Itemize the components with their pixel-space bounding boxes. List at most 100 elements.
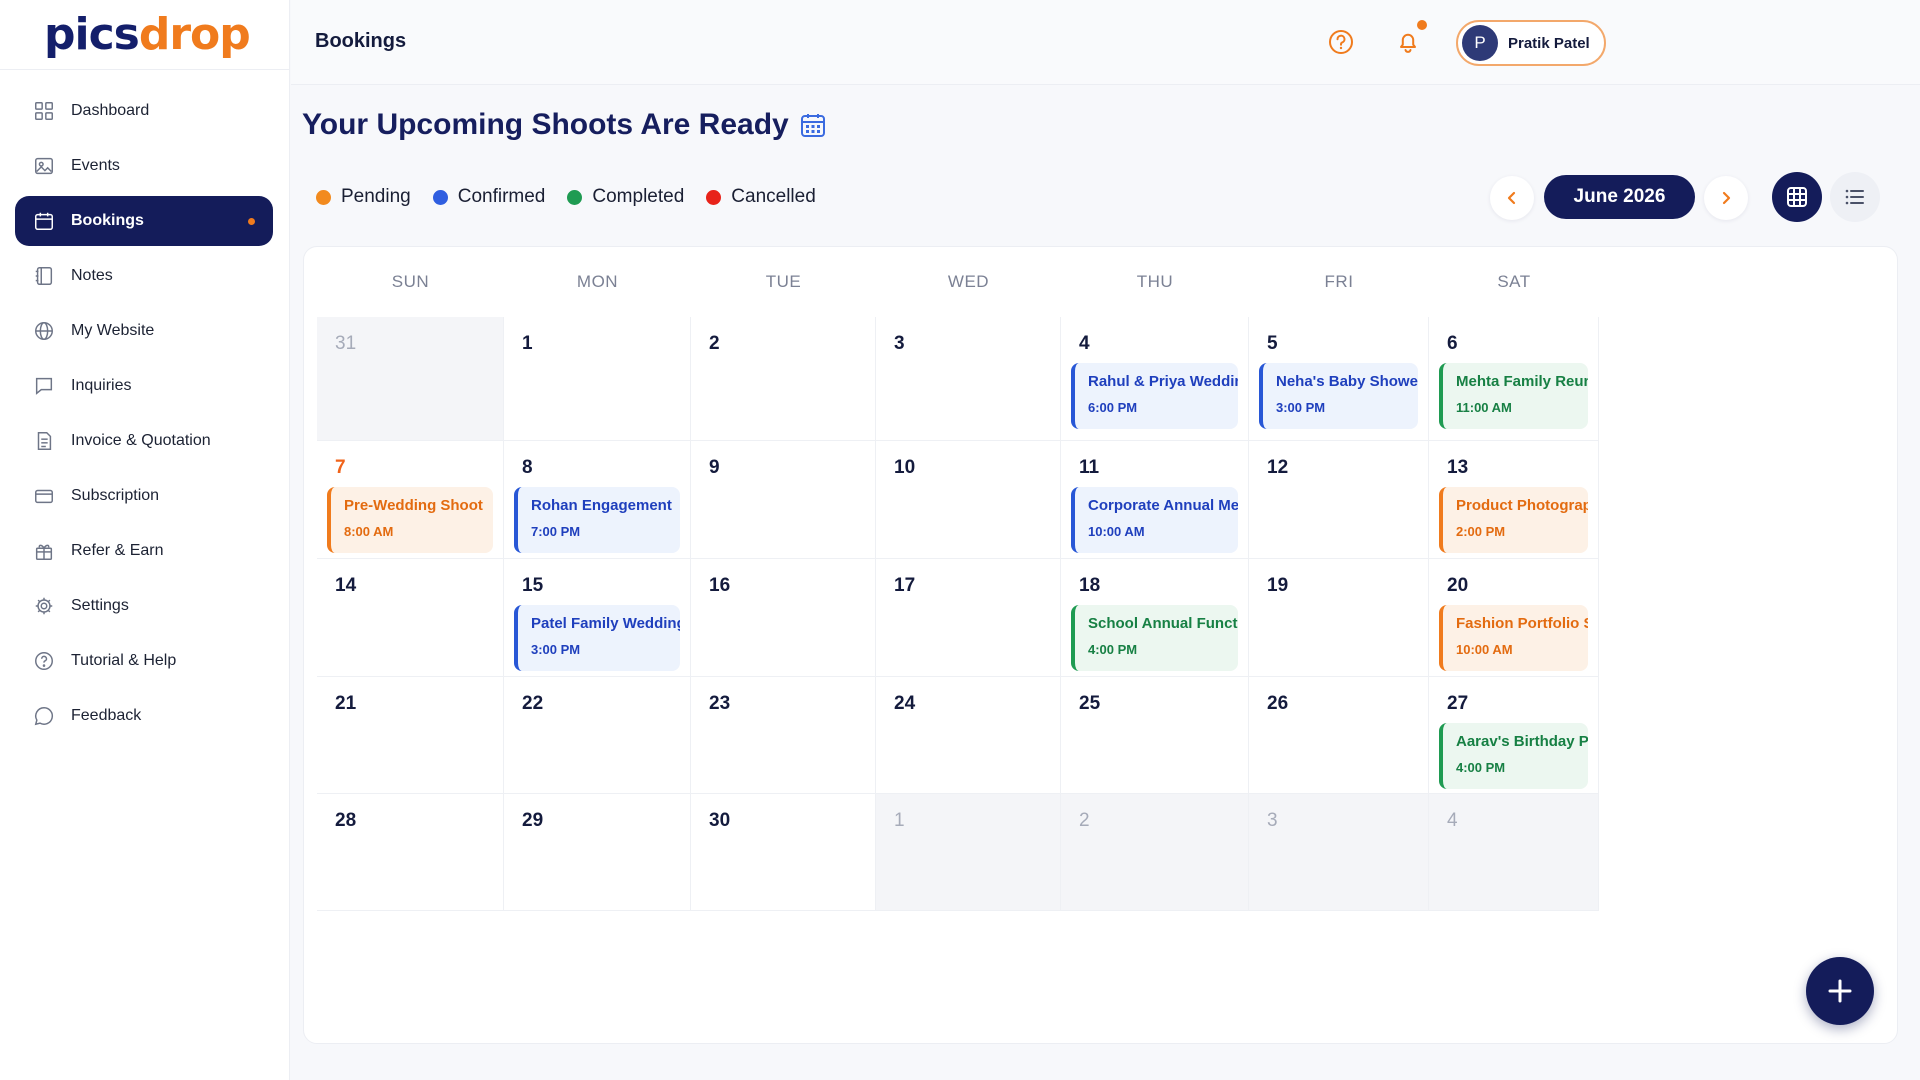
user-name: Pratik Patel bbox=[1508, 34, 1590, 52]
plus-icon bbox=[1828, 979, 1852, 1003]
booking-event[interactable]: Fashion Portfolio Shoot 10:00 AM bbox=[1439, 605, 1588, 671]
calendar-day-cell[interactable]: 30 bbox=[691, 794, 876, 911]
booking-event[interactable]: Patel Family Wedding 3:00 PM bbox=[514, 605, 680, 671]
weekday-thu: THU bbox=[1136, 272, 1174, 291]
calendar-day-cell[interactable]: 24 bbox=[876, 677, 1061, 794]
calendar-day-cell[interactable]: 31 bbox=[317, 317, 504, 441]
calendar-day-cell[interactable]: 28 bbox=[317, 794, 504, 911]
sidebar-item-refer-earn[interactable]: Refer & Earn bbox=[15, 526, 273, 576]
calendar-day-cell[interactable]: 22 bbox=[504, 677, 691, 794]
calendar-day-cell[interactable]: 3 bbox=[1249, 794, 1429, 911]
event-time: 2:00 PM bbox=[1456, 524, 1506, 539]
event-time: 8:00 AM bbox=[344, 524, 394, 539]
sidebar-item-inquiries[interactable]: Inquiries bbox=[15, 361, 273, 411]
help-icon[interactable] bbox=[1327, 28, 1355, 56]
booking-event[interactable]: School Annual Function 4:00 PM bbox=[1071, 605, 1238, 671]
calendar-day-cell[interactable]: 3 bbox=[876, 317, 1061, 441]
day-number: 3 bbox=[894, 333, 905, 354]
calendar-day-cell[interactable]: 2 bbox=[691, 317, 876, 441]
sidebar-item-label: Settings bbox=[71, 597, 129, 614]
calendar-day-cell[interactable]: 4 Rahul & Priya Wedding 6:00 PM bbox=[1061, 317, 1249, 441]
calendar-day-cell[interactable]: 9 bbox=[691, 441, 876, 559]
calendar-day-cell[interactable]: 7 Pre-Wedding Shoot 8:00 AM bbox=[317, 441, 504, 559]
day-number: 2 bbox=[1079, 810, 1090, 831]
booking-event[interactable]: Product Photography 2:00 PM bbox=[1439, 487, 1588, 553]
booking-event[interactable]: Rohan Engagement 7:00 PM bbox=[514, 487, 680, 553]
calendar-day-cell[interactable]: 17 bbox=[876, 559, 1061, 677]
event-time: 3:00 PM bbox=[1276, 400, 1326, 415]
add-booking-button[interactable] bbox=[1806, 957, 1874, 1025]
calendar-day-cell[interactable]: 1 bbox=[504, 317, 691, 441]
calendar-day-cell[interactable]: 23 bbox=[691, 677, 876, 794]
help-circle-icon bbox=[33, 650, 55, 672]
calendar-day-cell[interactable]: 8 Rohan Engagement 7:00 PM bbox=[504, 441, 691, 559]
day-number: 15 bbox=[522, 575, 544, 596]
calendar-day-cell[interactable]: 4 bbox=[1429, 794, 1599, 911]
calendar-day-cell[interactable]: 15 Patel Family Wedding 3:00 PM bbox=[504, 559, 691, 677]
booking-event[interactable]: Corporate Annual Meet 10:00 AM bbox=[1071, 487, 1238, 553]
calendar-day-cell[interactable]: 2 bbox=[1061, 794, 1249, 911]
event-title: Corporate Annual Meet bbox=[1088, 497, 1238, 514]
calendar-day-cell[interactable]: 27 Aarav's Birthday Party 4:00 PM bbox=[1429, 677, 1599, 794]
booking-event[interactable]: Mehta Family Reunion 11:00 AM bbox=[1439, 363, 1588, 429]
day-number: 31 bbox=[335, 333, 357, 354]
day-number: 1 bbox=[894, 810, 905, 831]
sidebar-item-my-website[interactable]: My Website bbox=[15, 306, 273, 356]
calendar-day-cell[interactable]: 10 bbox=[876, 441, 1061, 559]
sidebar-item-tutorial-help[interactable]: Tutorial & Help bbox=[15, 636, 273, 686]
page-title: Bookings bbox=[315, 30, 407, 52]
legend-dot bbox=[567, 189, 583, 205]
list-view-button[interactable] bbox=[1830, 172, 1880, 222]
booking-event[interactable]: Rahul & Priya Wedding 6:00 PM bbox=[1071, 363, 1238, 429]
calendar-day-cell[interactable]: 5 Neha's Baby Shower 3:00 PM bbox=[1249, 317, 1429, 441]
booking-event[interactable]: Aarav's Birthday Party 4:00 PM bbox=[1439, 723, 1588, 789]
picsdrop-logo[interactable]: picsdrop bbox=[0, 0, 289, 70]
previous-month-button[interactable] bbox=[1490, 176, 1534, 220]
calendar-view-button[interactable] bbox=[1772, 172, 1822, 222]
list-icon bbox=[1845, 189, 1864, 205]
calendar-day-cell[interactable]: 13 Product Photography 2:00 PM bbox=[1429, 441, 1599, 559]
month-selector[interactable]: June 2026 bbox=[1544, 175, 1695, 219]
sidebar-item-settings[interactable]: Settings bbox=[15, 581, 273, 631]
event-time: 3:00 PM bbox=[531, 642, 581, 657]
document-icon bbox=[33, 430, 55, 452]
calendar-day-cell[interactable]: 12 bbox=[1249, 441, 1429, 559]
legend-label: Cancelled bbox=[731, 186, 816, 207]
chevron-left-icon bbox=[1507, 191, 1516, 205]
calendar-day-cell[interactable]: 26 bbox=[1249, 677, 1429, 794]
sidebar-item-dashboard[interactable]: Dashboard bbox=[15, 86, 273, 136]
sidebar-item-bookings[interactable]: Bookings bbox=[15, 196, 273, 246]
booking-event[interactable]: Pre-Wedding Shoot 8:00 AM bbox=[327, 487, 493, 553]
event-time: 10:00 AM bbox=[1456, 642, 1513, 657]
sidebar-item-events[interactable]: Events bbox=[15, 141, 273, 191]
next-month-button[interactable] bbox=[1704, 176, 1748, 220]
sidebar-item-subscription[interactable]: Subscription bbox=[15, 471, 273, 521]
calendar-day-cell[interactable]: 11 Corporate Annual Meet 10:00 AM bbox=[1061, 441, 1249, 559]
event-time: 7:00 PM bbox=[531, 524, 581, 539]
event-title: Product Photography bbox=[1456, 497, 1588, 514]
calendar-day-cell[interactable]: 1 bbox=[876, 794, 1061, 911]
day-number: 13 bbox=[1447, 457, 1469, 478]
calendar-day-cell[interactable]: 21 bbox=[317, 677, 504, 794]
calendar-day-cell[interactable]: 19 bbox=[1249, 559, 1429, 677]
calendar-day-cell[interactable]: 14 bbox=[317, 559, 504, 677]
chat-icon bbox=[33, 375, 55, 397]
chevron-right-icon bbox=[1722, 191, 1731, 205]
sidebar-item-invoice-quotation[interactable]: Invoice & Quotation bbox=[15, 416, 273, 466]
calendar-day-cell[interactable]: 16 bbox=[691, 559, 876, 677]
calendar-day-cell[interactable]: 18 School Annual Function 4:00 PM bbox=[1061, 559, 1249, 677]
calendar-day-cell[interactable]: 6 Mehta Family Reunion 11:00 AM bbox=[1429, 317, 1599, 441]
gear-icon bbox=[33, 595, 55, 617]
user-menu-button[interactable]: P Pratik Patel bbox=[1456, 20, 1606, 66]
sidebar-item-feedback[interactable]: Feedback bbox=[15, 691, 273, 741]
calendar-day-cell[interactable]: 25 bbox=[1061, 677, 1249, 794]
legend-label: Pending bbox=[341, 186, 411, 207]
booking-event[interactable]: Neha's Baby Shower 3:00 PM bbox=[1259, 363, 1418, 429]
weekday-sun: SUN bbox=[391, 272, 430, 291]
calendar-day-cell[interactable]: 20 Fashion Portfolio Shoot 10:00 AM bbox=[1429, 559, 1599, 677]
calendar-day-cell[interactable]: 29 bbox=[504, 794, 691, 911]
weekday-mon: MON bbox=[576, 272, 619, 291]
day-number: 20 bbox=[1447, 575, 1469, 596]
sidebar-item-notes[interactable]: Notes bbox=[15, 251, 273, 301]
notification-bell-icon[interactable] bbox=[1394, 28, 1422, 56]
